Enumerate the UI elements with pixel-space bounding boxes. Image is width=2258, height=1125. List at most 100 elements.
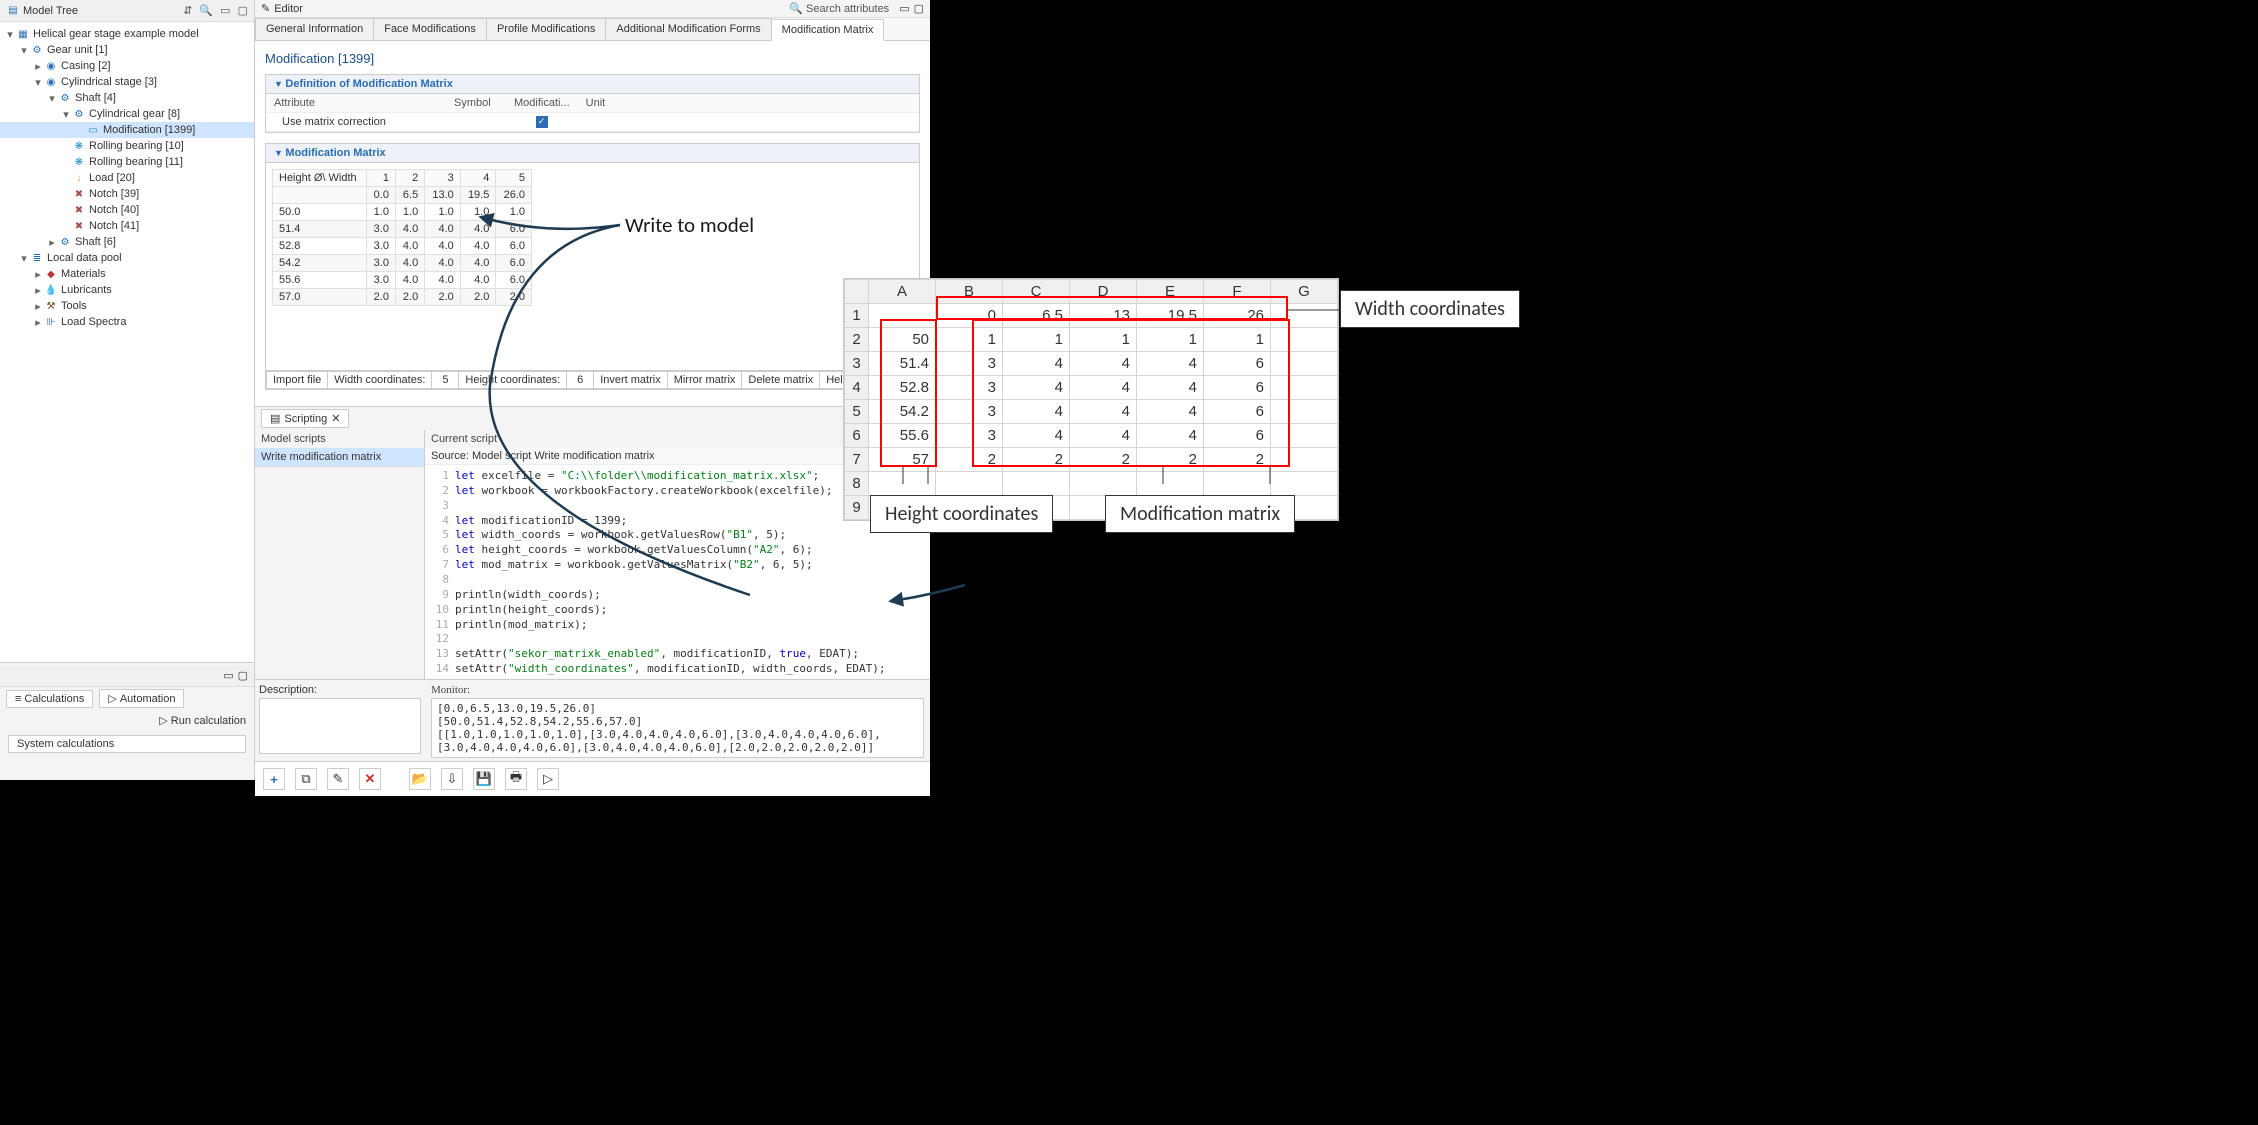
- run-script-button[interactable]: ▷: [537, 768, 559, 790]
- help-button[interactable]: Help: [819, 371, 856, 389]
- code-editor[interactable]: 1let excelfile = "C:\\folder\\modificati…: [425, 465, 930, 679]
- matrix-header[interactable]: Modification Matrix: [266, 144, 919, 163]
- definition-section: Definition of Modification Matrix Attrib…: [265, 74, 920, 133]
- label-width-coords: Width coordinates: [1340, 290, 1520, 328]
- ed-max-icon[interactable]: ▢: [914, 2, 924, 15]
- editor-title: Editor: [274, 3, 303, 15]
- tree-search-icon[interactable]: 🔍: [199, 5, 213, 17]
- attribute-table: Attribute Symbol Modificati... Unit Use …: [266, 94, 919, 132]
- left-column: ▤ Model Tree ⇵ 🔍 ▭ ▢ ▾▦Helical gear stag…: [0, 0, 255, 780]
- tree-item[interactable]: ▾◉Cylindrical stage [3]: [0, 74, 254, 90]
- editor-body: Modification [1399] Definition of Modifi…: [255, 41, 930, 406]
- use-matrix-checkbox[interactable]: [536, 116, 548, 128]
- tree-item[interactable]: ❋Rolling bearing [10]: [0, 138, 254, 154]
- script-toolbar: + ⧉ ✎ ✕ 📂 ⇩ 💾 🖶 ▷: [255, 761, 930, 796]
- scripting-panel: ▤ Scripting ✕ Model scripts Write modifi…: [255, 406, 930, 796]
- tree-item[interactable]: ❋Rolling bearing [11]: [0, 154, 254, 170]
- scripting-label: Scripting: [284, 413, 327, 425]
- tree-item[interactable]: ✖Notch [40]: [0, 202, 254, 218]
- tree-item[interactable]: ▸◉Casing [2]: [0, 58, 254, 74]
- col-modification: Modificati...: [506, 94, 578, 113]
- model-tree[interactable]: ▾▦Helical gear stage example model▾⚙Gear…: [0, 22, 254, 662]
- editor-tab[interactable]: Additional Modification Forms: [605, 18, 771, 40]
- app-window: ▤ Model Tree ⇵ 🔍 ▭ ▢ ▾▦Helical gear stag…: [0, 0, 930, 780]
- play-icon: ▷: [159, 715, 167, 727]
- height-coord-label: Height coordinates:: [458, 371, 567, 389]
- run-calculation-button[interactable]: ▷ Run calculation: [159, 715, 246, 727]
- export-button[interactable]: ⇩: [441, 768, 463, 790]
- mirror-matrix-button[interactable]: Mirror matrix: [667, 371, 743, 389]
- search-attributes[interactable]: 🔍 Search attributes: [789, 2, 889, 15]
- tree-item[interactable]: ▾⚙Gear unit [1]: [0, 42, 254, 58]
- edit-button[interactable]: ✎: [327, 768, 349, 790]
- label-mod-matrix: Modification matrix: [1105, 495, 1295, 533]
- model-scripts-header: Model scripts: [255, 430, 424, 448]
- tree-item[interactable]: ↓Load [20]: [0, 170, 254, 186]
- calc-min-icon[interactable]: ▭: [223, 669, 233, 682]
- scripting-tab[interactable]: ▤ Scripting ✕: [261, 409, 349, 428]
- save-all-button[interactable]: 🖶: [505, 768, 527, 790]
- modification-matrix-table: Height Ø\ Width123450.06.513.019.526.050…: [272, 169, 532, 306]
- mod-matrix-box: [972, 319, 1290, 467]
- width-coord-input[interactable]: 5: [431, 371, 459, 389]
- copy-button[interactable]: ⧉: [295, 768, 317, 790]
- close-icon[interactable]: ✕: [331, 412, 340, 425]
- col-attribute: Attribute: [266, 94, 446, 113]
- width-coord-label: Width coordinates:: [327, 371, 432, 389]
- editor-tabs: General InformationFace ModificationsPro…: [255, 18, 930, 41]
- editor-tab[interactable]: Modification Matrix: [771, 19, 885, 41]
- tree-expand-icon[interactable]: ⇵: [183, 5, 192, 17]
- definition-header[interactable]: Definition of Modification Matrix: [266, 75, 919, 94]
- description-label: Description:: [259, 684, 421, 698]
- tree-item[interactable]: ▭Modification [1399]: [0, 122, 254, 138]
- right-column: ✎ Editor 🔍 Search attributes ▭ ▢ General…: [255, 0, 930, 780]
- editor-tab[interactable]: Profile Modifications: [486, 18, 606, 40]
- open-button[interactable]: 📂: [409, 768, 431, 790]
- tree-item[interactable]: ▾▦Helical gear stage example model: [0, 26, 254, 42]
- matrix-section: Modification Matrix Height Ø\ Width12345…: [265, 143, 920, 390]
- invert-matrix-button[interactable]: Invert matrix: [593, 371, 668, 389]
- add-button[interactable]: +: [263, 768, 285, 790]
- system-calculations-button[interactable]: System calculations: [8, 735, 246, 753]
- editor-tab[interactable]: Face Modifications: [373, 18, 487, 40]
- monitor-label: Monitor:: [431, 682, 924, 698]
- model-scripts-list: Model scripts Write modification matrix: [255, 430, 425, 679]
- col-unit: Unit: [578, 94, 919, 113]
- current-script: Current script Source: Model script Writ…: [425, 430, 930, 679]
- tree-item[interactable]: ✖Notch [39]: [0, 186, 254, 202]
- tree-icon: ▤: [6, 4, 20, 18]
- tree-item[interactable]: ▸⊪Load Spectra: [0, 314, 254, 330]
- tab-automation[interactable]: ▷ Automation: [99, 689, 184, 708]
- tab-calculations[interactable]: ≡ Calculations: [6, 690, 93, 708]
- tree-item[interactable]: ✖Notch [41]: [0, 218, 254, 234]
- model-tree-title: Model Tree: [23, 5, 179, 17]
- calculations-panel: ▭ ▢ ≡ Calculations ▷ Automation ▷ Run ca…: [0, 662, 254, 780]
- tree-item[interactable]: ▸⚒Tools: [0, 298, 254, 314]
- tree-item[interactable]: ▾⚙Cylindrical gear [8]: [0, 106, 254, 122]
- calc-max-icon[interactable]: ▢: [238, 669, 248, 682]
- description-textarea[interactable]: [259, 698, 421, 754]
- tree-max-icon[interactable]: ▢: [238, 5, 248, 17]
- run-label: Run calculation: [171, 715, 246, 727]
- ed-min-icon[interactable]: ▭: [899, 2, 909, 15]
- height-coord-input[interactable]: 6: [566, 371, 594, 389]
- monitor-output: [0.0,6.5,13.0,19.5,26.0] [50.0,51.4,52.8…: [431, 698, 924, 758]
- delete-matrix-button[interactable]: Delete matrix: [741, 371, 820, 389]
- tree-item[interactable]: ▾⚙Shaft [4]: [0, 90, 254, 106]
- import-file-button[interactable]: Import file: [266, 371, 328, 389]
- delete-button[interactable]: ✕: [359, 768, 381, 790]
- tree-item[interactable]: ▸⚙Shaft [6]: [0, 234, 254, 250]
- matrix-toolbar: Import file Width coordinates: 5 Height …: [266, 370, 919, 389]
- tree-item[interactable]: ▸💧Lubricants: [0, 282, 254, 298]
- attr-use-matrix: Use matrix correction: [266, 113, 446, 132]
- save-button[interactable]: 💾: [473, 768, 495, 790]
- editor-icon: ✎: [261, 2, 270, 15]
- editor-tab[interactable]: General Information: [255, 18, 374, 40]
- tree-min-icon[interactable]: ▭: [220, 5, 230, 17]
- tab-calculations-label: Calculations: [24, 693, 84, 705]
- tree-item[interactable]: ▸◆Materials: [0, 266, 254, 282]
- width-coords-box: [936, 296, 1288, 320]
- search-label: Search attributes: [806, 3, 889, 15]
- script-item-write-mod-matrix[interactable]: Write modification matrix: [255, 448, 424, 467]
- tree-item[interactable]: ▾≣Local data pool: [0, 250, 254, 266]
